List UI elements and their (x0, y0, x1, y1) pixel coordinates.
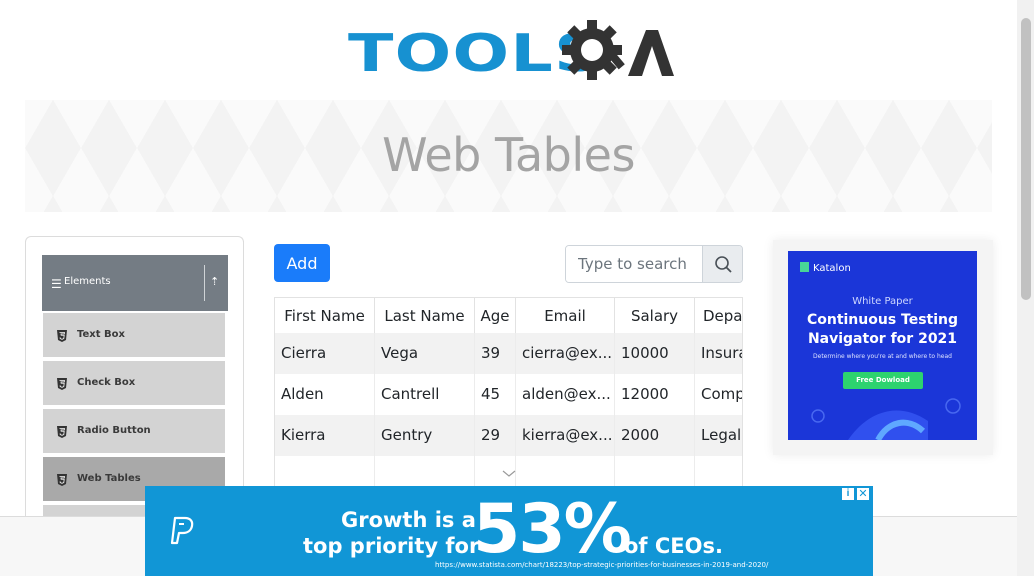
table-cell: 12000 (615, 374, 695, 415)
collapse-arrow-icon[interactable]: ⇡ (210, 275, 219, 288)
ad-brand: Katalon (800, 262, 851, 274)
sidebar-item-label: Web Tables (77, 473, 141, 484)
search-box (565, 245, 743, 283)
sidebar-item-label: Radio Button (77, 425, 151, 436)
column-header-department[interactable]: Depar (695, 298, 742, 333)
header-divider (204, 265, 205, 301)
page-title: Web Tables (382, 128, 635, 182)
katalon-ad-card[interactable]: Katalon White Paper Continuous Testing N… (788, 251, 977, 440)
search-icon (715, 256, 732, 273)
menu-icon: ☰ (51, 277, 62, 291)
table-header-row: First Name Last Name Age Email Salary De… (275, 298, 742, 333)
ad-decoration (811, 398, 961, 440)
table-cell: Vega (375, 333, 475, 374)
ad-headline-line-2: Navigator for 2021 (807, 331, 958, 347)
add-button[interactable]: Add (274, 244, 330, 282)
ad-eyebrow: White Paper (852, 296, 913, 307)
adchoices-icon[interactable]: i (841, 487, 855, 501)
ad-source-link[interactable]: https://www.statista.com/chart/18223/top… (435, 561, 768, 569)
search-input[interactable] (566, 246, 703, 282)
search-button[interactable] (702, 246, 742, 282)
table-cell: Alden (275, 374, 375, 415)
table-cell: Gentry (375, 415, 475, 456)
table-row: Cierra Vega 39 cierra@ex... 10000 Insura (275, 333, 742, 374)
html5-icon (57, 474, 67, 486)
ad-download-button[interactable]: Free Dowload (843, 372, 923, 389)
sidebar-item-check-box[interactable]: Check Box (43, 361, 225, 407)
ad-subtitle: Determine where you're at and where to h… (813, 353, 952, 360)
sidebar-item-radio-button[interactable]: Radio Button (43, 409, 225, 455)
table-cell: 10000 (615, 333, 695, 374)
table-cell: Legal (695, 415, 742, 456)
sidebar-item-label: Text Box (77, 329, 125, 340)
column-header-age[interactable]: Age (475, 298, 516, 333)
table-cell: cierra@ex... (516, 333, 615, 374)
close-icon[interactable]: ✕ (856, 487, 870, 501)
chevron-down-icon (502, 470, 516, 477)
html5-icon (57, 426, 67, 438)
table-cell: Comp (695, 374, 742, 415)
side-advertisement[interactable]: Katalon White Paper Continuous Testing N… (773, 240, 993, 455)
table-cell: alden@ex... (516, 374, 615, 415)
logo-qa-gear-icon (562, 20, 674, 80)
ad-tail-text: of CEOs. (624, 534, 723, 558)
ad-line-2: top priority for (303, 534, 480, 558)
table-row: Kierra Gentry 29 kierra@ex... 2000 Legal (275, 415, 742, 456)
sidebar-group-title: Elements (64, 276, 111, 287)
site-logo[interactable]: TOOLS (348, 14, 674, 92)
scrollbar-thumb[interactable] (1021, 18, 1031, 300)
html5-icon (57, 330, 67, 342)
katalon-logo-icon (800, 262, 809, 272)
ad-headline: Continuous Testing Navigator for 2021 (794, 311, 971, 349)
column-header-email[interactable]: Email (516, 298, 615, 333)
sidebar-item-label: Check Box (77, 377, 136, 388)
paypal-logo-icon (170, 516, 194, 545)
column-header-salary[interactable]: Salary (615, 298, 695, 333)
table-cell: 2000 (615, 415, 695, 456)
table-cell: 39 (475, 333, 516, 374)
table-cell: kierra@ex... (516, 415, 615, 456)
ad-headline-line-1: Continuous Testing (806, 312, 959, 328)
table-cell: Insura (695, 333, 742, 374)
ad-brand-name: Katalon (813, 263, 851, 274)
page-scrollbar[interactable] (1017, 0, 1034, 576)
table-cell: 29 (475, 415, 516, 456)
table-cell: 45 (475, 374, 516, 415)
sidebar-group-elements[interactable]: ☰ Elements ⇡ (42, 255, 228, 311)
bottom-advertisement[interactable]: Growth is a top priority for 53% of CEOs… (145, 486, 873, 576)
ad-big-number: 53% (473, 490, 632, 569)
table-cell: Cierra (275, 333, 375, 374)
table-cell: Kierra (275, 415, 375, 456)
web-table: First Name Last Name Age Email Salary De… (274, 297, 743, 497)
table-row: Alden Cantrell 45 alden@ex... 12000 Comp (275, 374, 742, 415)
page-banner: Web Tables (25, 100, 992, 212)
column-header-first-name[interactable]: First Name (275, 298, 375, 333)
html5-icon (57, 378, 67, 390)
column-header-last-name[interactable]: Last Name (375, 298, 475, 333)
ad-line-1: Growth is a (341, 508, 476, 532)
table-cell: Cantrell (375, 374, 475, 415)
sidebar-item-text-box[interactable]: Text Box (43, 313, 225, 359)
